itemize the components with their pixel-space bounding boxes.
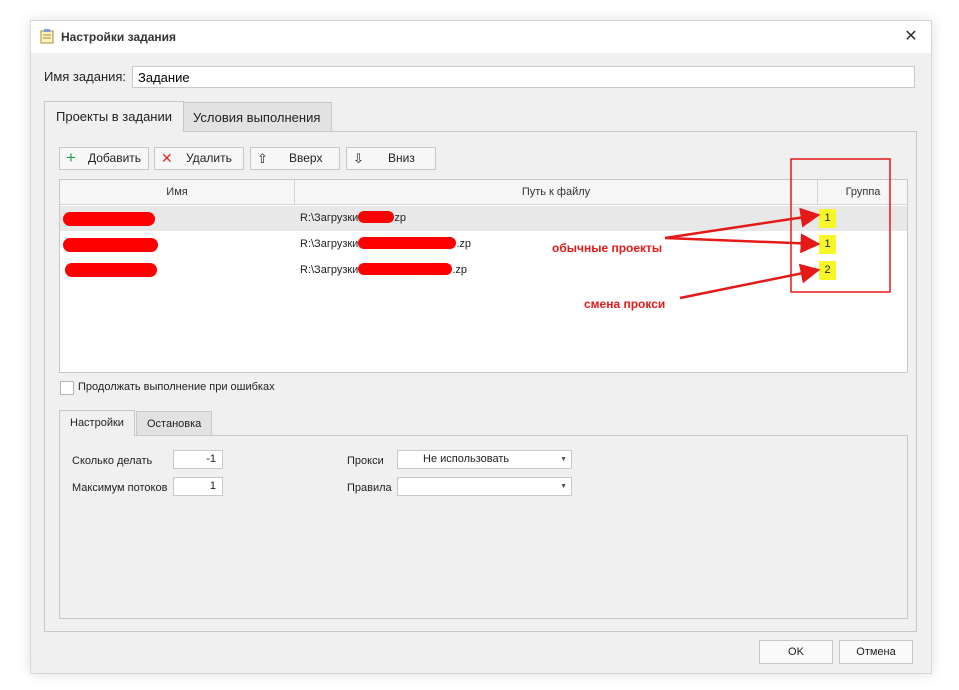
tab-projects[interactable]: Проекты в задании — [44, 101, 185, 132]
annotation-regular-projects: обычные проекты — [552, 241, 663, 255]
arrow-to-row3 — [679, 263, 821, 300]
tab-projects-label: Проекты в задании — [56, 109, 173, 124]
annotation-proxy-change: смена прокси — [584, 297, 666, 311]
arrow-to-row2 — [664, 233, 821, 254]
tab-settings[interactable]: Настройки — [59, 410, 135, 436]
arrow-to-row1 — [664, 207, 821, 240]
tab-settings-label: Настройки — [70, 417, 124, 429]
